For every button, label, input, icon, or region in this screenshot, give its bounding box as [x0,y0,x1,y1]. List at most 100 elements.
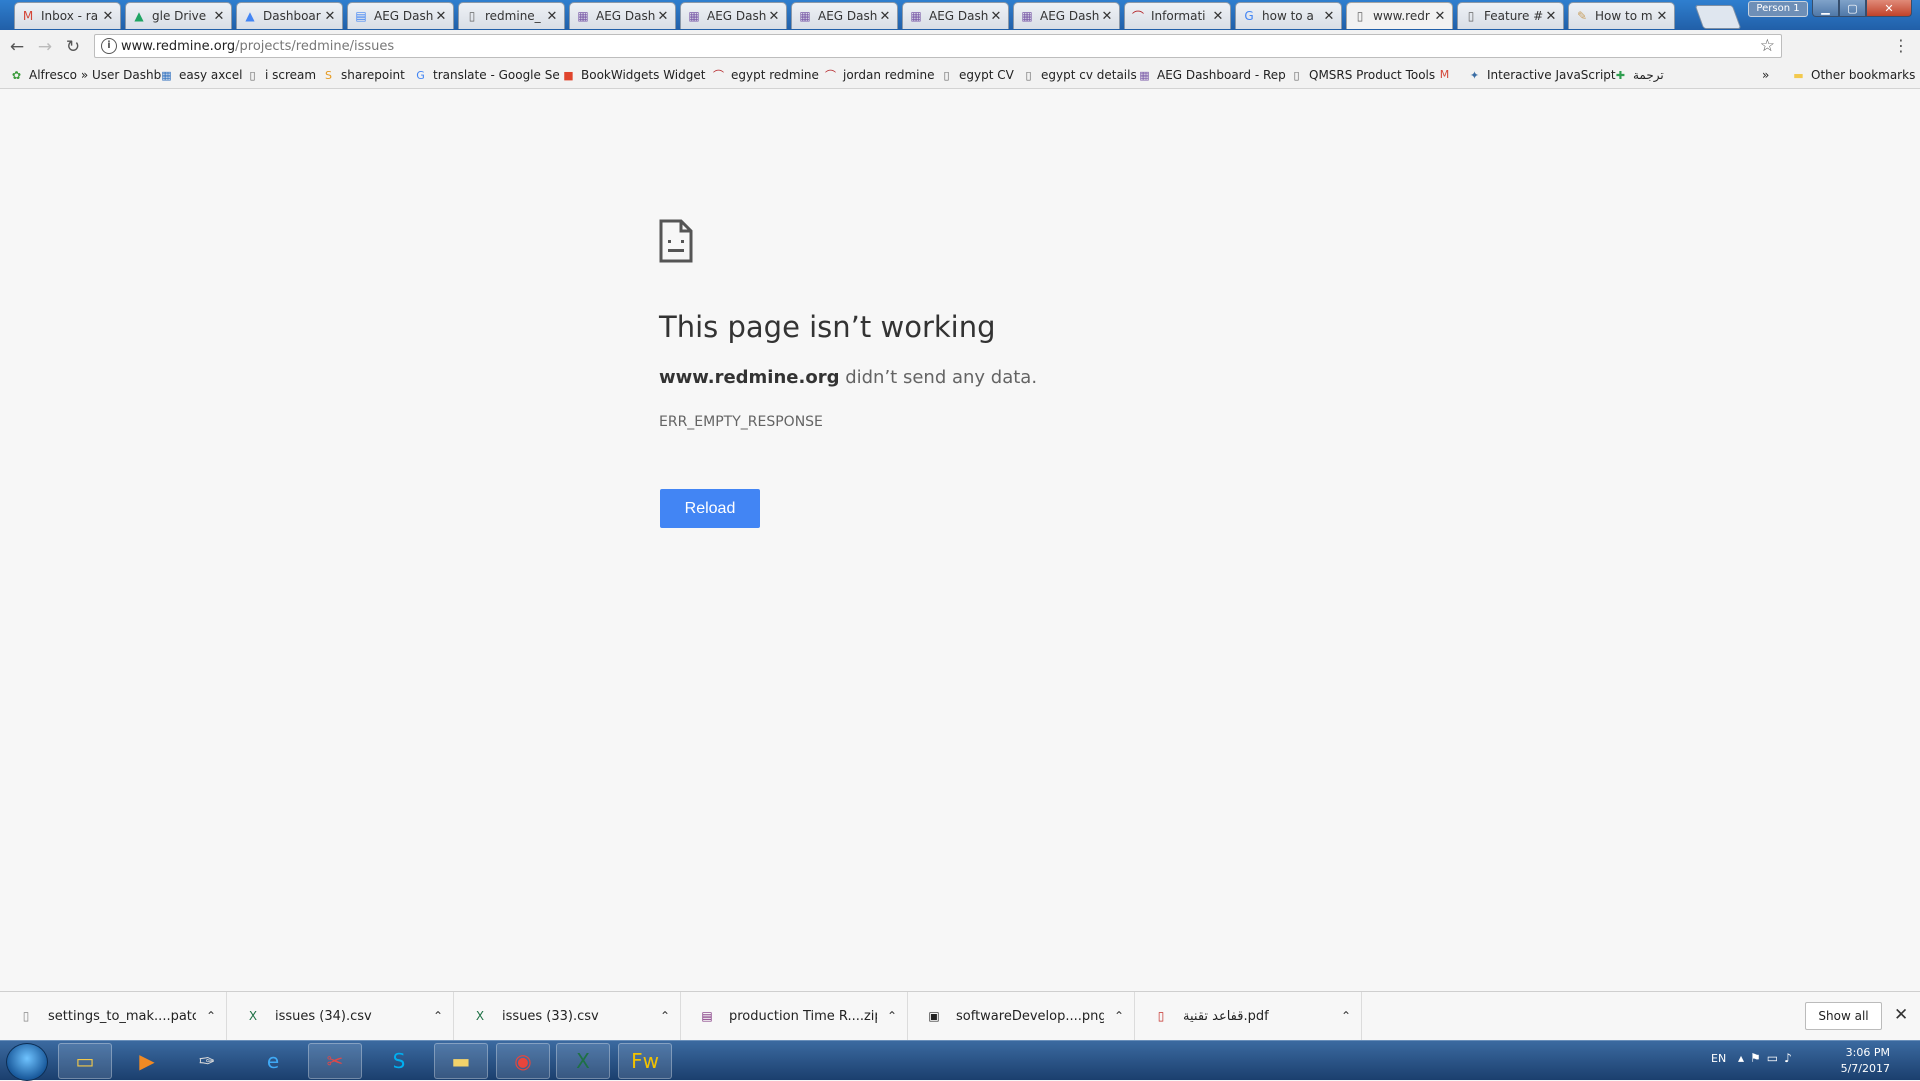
back-button[interactable]: ← [6,36,28,58]
bookmark-item[interactable]: ✿ Alfresco » User Dashb [10,68,161,82]
tab-close-icon[interactable]: ✕ [213,9,225,24]
tab-close-icon[interactable]: ✕ [1545,9,1557,24]
start-button[interactable] [6,1043,48,1081]
internet-explorer-icon[interactable]: e [246,1043,300,1079]
download-filename: issues (34).csv [275,1008,372,1024]
bookmark-item[interactable]: ▯ i scream [246,68,316,82]
tab-1[interactable]: ▲ gle Drive ✕ [125,2,232,29]
tab-close-icon[interactable]: ✕ [435,9,447,24]
tab-title: Dashboar [263,9,321,23]
other-bookmarks-folder[interactable]: ▬ Other bookmarks [1792,68,1915,82]
minimize-button[interactable]: ▁ [1812,0,1839,17]
skype-icon[interactable]: S [372,1043,426,1079]
tab-3[interactable]: ▤ AEG Dash ✕ [347,2,454,29]
tab-4[interactable]: ▯ redmine_ ✕ [458,2,565,29]
tab-close-icon[interactable]: ✕ [879,9,891,24]
clock-time[interactable]: 3:06 PM [1830,1046,1890,1059]
tab-close-icon[interactable]: ✕ [1101,9,1113,24]
bookmark-item[interactable]: Ssharepoint [322,68,405,82]
chevron-up-icon[interactable]: ⌃ [423,1009,453,1023]
tab-close-icon[interactable]: ✕ [546,9,558,24]
tab-11[interactable]: Ghow to a ✕ [1235,2,1342,29]
tab-12[interactable]: ▯ www.redr ✕ [1346,2,1453,29]
bookmark-item[interactable]: ✚ ترجمة [1614,68,1664,82]
window-close-button[interactable]: ✕ [1866,0,1912,17]
bookmark-item[interactable]: ▯ egypt cv details [1022,68,1136,82]
bookmark-item[interactable]: ■ BookWidgets Widget [562,68,705,82]
bookmark-item[interactable]: ▦ easy axcel [160,68,242,82]
javascript-icon: ✦ [1469,68,1480,82]
fireworks-icon[interactable]: Fw [618,1043,672,1079]
tool-icon[interactable]: ✑ [180,1043,234,1079]
address-bar[interactable]: i www.redmine.org/projects/redmine/issue… [94,34,1782,58]
tab-5[interactable]: ▦ AEG Dash ✕ [569,2,676,29]
tab-0[interactable]: M Inbox - ra ✕ [14,2,121,29]
bookmark-label: sharepoint [341,68,405,82]
translate-icon: ✚ [1615,68,1626,82]
tab-6[interactable]: ▦ AEG Dash ✕ [680,2,787,29]
reload-toolbar-button[interactable]: ↻ [62,36,84,58]
tab-13[interactable]: ▯ Feature # ✕ [1457,2,1564,29]
snipping-tool-icon[interactable]: ✂ [308,1043,362,1079]
media-player-icon[interactable]: ▶ [120,1043,174,1079]
explorer-icon[interactable]: ▭ [58,1043,112,1079]
tab-8[interactable]: ▦ AEG Dash ✕ [902,2,1009,29]
language-indicator[interactable]: EN [1711,1052,1726,1065]
tab-title: How to m [1595,9,1653,23]
url-text[interactable]: www.redmine.org/projects/redmine/issues [121,39,394,54]
tab-14[interactable]: ✎ How to m ✕ [1568,2,1675,29]
chevron-up-icon[interactable]: ⌃ [196,1009,226,1023]
bookmark-item[interactable]: ▯ QMSRS Product Tools [1290,68,1435,82]
forward-button[interactable]: → [34,36,56,58]
tab-close-icon[interactable]: ✕ [1323,9,1335,24]
tab-close-icon[interactable]: ✕ [1212,9,1224,24]
profile-button[interactable]: Person 1 [1748,1,1808,17]
tab-close-icon[interactable]: ✕ [990,9,1002,24]
bookmark-star-icon[interactable]: ☆ [1760,36,1775,56]
bookmark-item[interactable]: Gtranslate - Google Se [414,68,559,82]
reload-button[interactable]: Reload [660,489,760,528]
download-item[interactable]: ▯ قفاعد تقنية.pdf ⌃ [1135,992,1362,1040]
url-path: /projects/redmine/issues [235,39,395,54]
show-all-button[interactable]: Show all [1805,1002,1882,1030]
bookmark-item[interactable]: ✦ Interactive JavaScript [1468,68,1616,82]
download-item[interactable]: ▯ settings_to_mak....patch ⌃ [0,992,227,1040]
download-item[interactable]: ▣ softwareDevelop....png ⌃ [908,992,1135,1040]
bookmarks-overflow-button[interactable]: » [1762,68,1769,82]
bookmark-item[interactable]: ⌒ jordan redmine [824,68,934,82]
maximize-button[interactable]: ▢ [1839,0,1866,17]
system-tray-icons[interactable]: ▴⚑▭♪ [1738,1051,1798,1065]
tab-close-icon[interactable]: ✕ [657,9,669,24]
gmail-icon: M [22,9,34,23]
download-item[interactable]: ▤ production Time R....zip ⌃ [681,992,908,1040]
bookmark-item[interactable]: ▦ AEG Dashboard - Rep [1138,68,1285,82]
tab-7[interactable]: ▦ AEG Dash ✕ [791,2,898,29]
folder-icon[interactable]: ▬ [434,1043,488,1079]
download-item[interactable]: Xissues (34).csv ⌃ [227,992,454,1040]
tab-10[interactable]: ⌒ Informati ✕ [1124,2,1231,29]
chevron-up-icon[interactable]: ⌃ [650,1009,680,1023]
excel-icon[interactable]: X [556,1043,610,1079]
download-shelf: ▯ settings_to_mak....patch ⌃ Xissues (34).c… [0,991,1920,1040]
tab-close-icon[interactable]: ✕ [324,9,336,24]
chevron-up-icon[interactable]: ⌃ [1331,1009,1361,1023]
download-item[interactable]: Xissues (33).csv ⌃ [454,992,681,1040]
new-tab-button[interactable] [1694,5,1742,29]
tab-close-icon[interactable]: ✕ [102,9,114,24]
tab-9[interactable]: ▦ AEG Dash ✕ [1013,2,1120,29]
bookmark-item[interactable]: M [1438,68,1457,81]
shelf-close-icon[interactable]: ✕ [1894,1005,1908,1025]
tab-close-icon[interactable]: ✕ [1656,9,1668,24]
google-drive-icon: ▲ [134,9,144,23]
bookmark-item[interactable]: ▯ egypt CV [940,68,1013,82]
bookmark-item[interactable]: ⌒ egypt redmine [712,68,819,82]
tab-close-icon[interactable]: ✕ [768,9,780,24]
chevron-up-icon[interactable]: ⌃ [877,1009,907,1023]
tab-2[interactable]: ▲ Dashboar ✕ [236,2,343,29]
chevron-up-icon[interactable]: ⌃ [1104,1009,1134,1023]
tab-close-icon[interactable]: ✕ [1434,9,1446,24]
clock-date[interactable]: 5/7/2017 [1830,1062,1890,1075]
info-icon[interactable]: i [101,38,117,54]
chrome-menu-icon[interactable]: ⋮ [1893,36,1909,55]
chrome-icon[interactable]: ◉ [496,1043,550,1079]
